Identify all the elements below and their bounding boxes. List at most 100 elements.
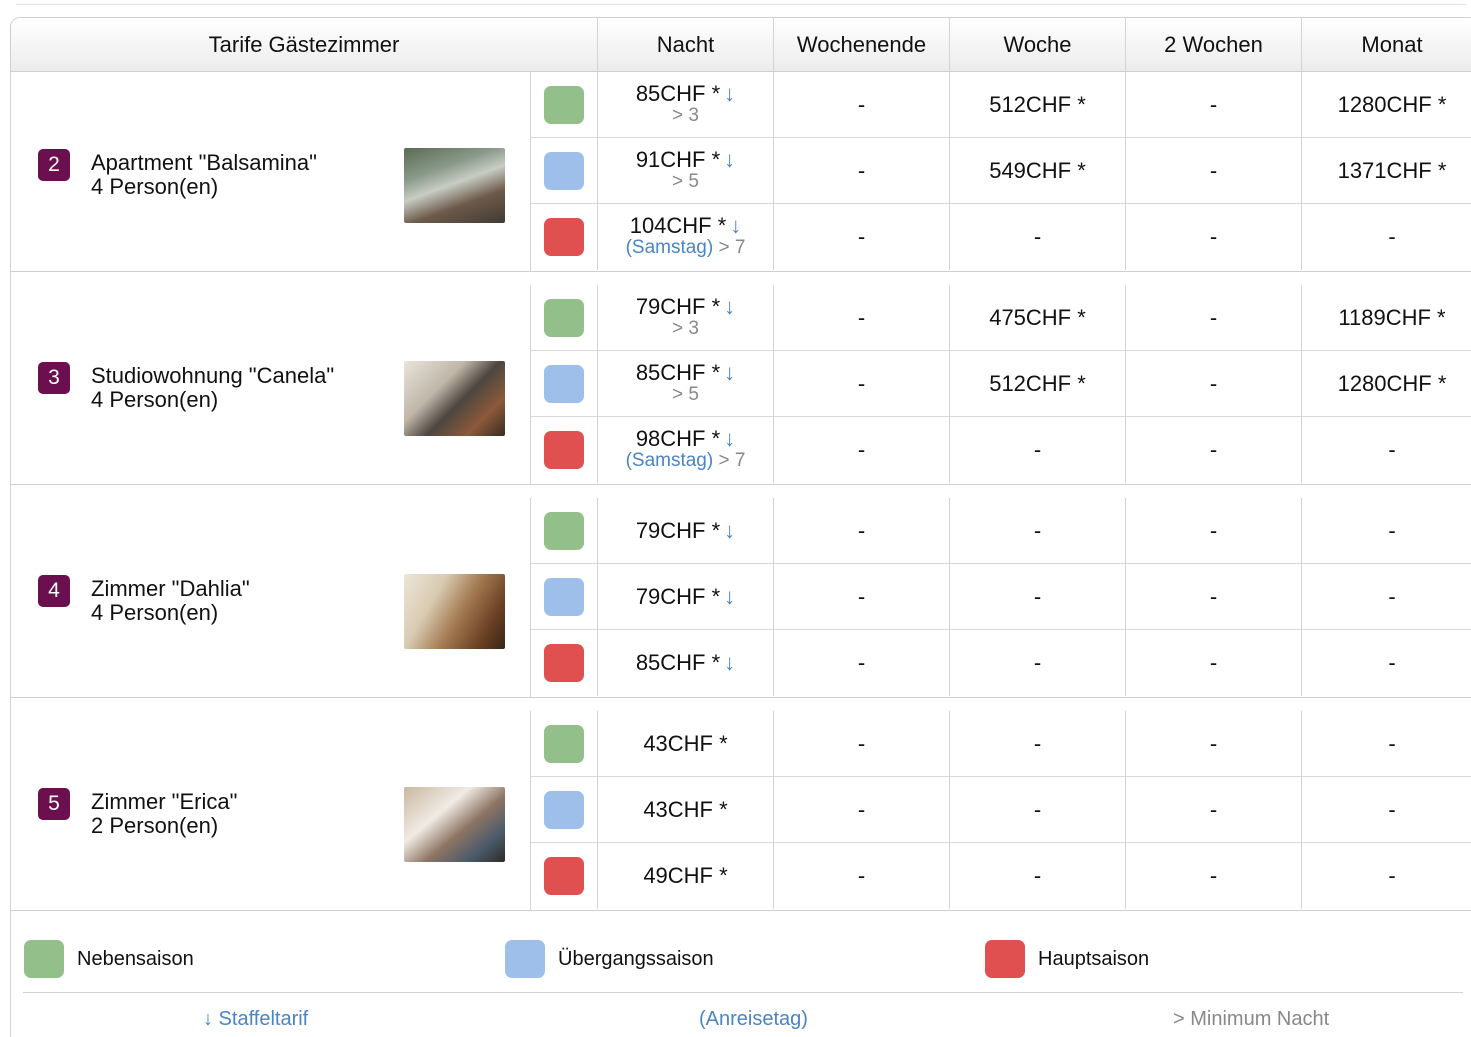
two-weeks-price: - [1209,224,1218,249]
legend-tier-rate: ↓ Staffeltarif [203,1008,309,1030]
room-name[interactable]: Zimmer "Erica" [91,790,237,814]
room-capacity: 2 Person(en) [91,813,219,838]
room-group-canela: 3 Studiowohnung "Canela" 4 Person(en) 79… [11,285,1471,485]
tier-rate-arrow-icon[interactable]: ↓ [724,360,735,385]
night-price: 49CHF * [643,863,728,888]
week-price: - [1033,437,1042,462]
room-number-badge: 3 [38,362,70,394]
room-name[interactable]: Zimmer "Dahlia" [91,577,250,601]
month-price: 1371CHF * [1337,158,1447,183]
month-price: - [1388,863,1396,888]
night-price: 79CHF * [635,584,721,609]
room-info[interactable]: 3 Studiowohnung "Canela" 4 Person(en) [11,285,531,485]
month-price: - [1388,650,1396,675]
night-price-cell: 79CHF * ↓ > 3 [598,285,774,351]
table-row: 79CHF * ↓ > 3 - 475CHF * - 1189CHF * [531,285,1471,351]
arrival-day-link[interactable]: (Samstag) [626,450,714,471]
night-price: 91CHF * [635,147,721,172]
header-night: Nacht [598,18,774,72]
min-nights: > 5 [672,171,699,192]
two-weeks-price: - [1209,797,1218,822]
month-price: - [1388,797,1396,822]
min-nights: > 7 [713,450,746,471]
two-weeks-price: - [1209,92,1218,117]
season-mid-swatch [544,152,584,190]
week-price: 475CHF * [989,305,1086,330]
season-low-swatch [544,299,584,337]
tier-rate-arrow-icon[interactable]: ↓ [724,81,735,106]
week-price: - [1033,650,1042,675]
night-price-cell: 85CHF * ↓ > 3 [598,72,774,138]
tier-rate-arrow-icon[interactable]: ↓ [730,213,741,238]
two-weeks-price: - [1209,305,1218,330]
room-info[interactable]: 4 Zimmer "Dahlia" 4 Person(en) [11,498,531,698]
header-room-column: Tarife Gästezimmer [11,18,598,72]
weekend-price: - [857,518,866,543]
two-weeks-price: - [1209,650,1218,675]
tier-rate-arrow-icon[interactable]: ↓ [724,426,735,451]
weekend-price: - [857,158,866,183]
legend-high-season: Hauptsaison [985,940,1149,978]
weekend-price: - [857,863,866,888]
tier-rate-arrow-icon[interactable]: ↓ [724,294,735,319]
legend: Nebensaison Übergangssaison Hauptsaison … [11,926,1471,1037]
room-capacity: 4 Person(en) [91,387,219,412]
room-info[interactable]: 2 Apartment "Balsamina" 4 Person(en) [11,72,531,272]
week-price: - [1033,518,1042,543]
header-weekend: Wochenende [774,18,950,72]
night-price: 79CHF * [635,294,721,319]
tier-rate-arrow-icon[interactable]: ↓ [724,584,735,609]
arrival-day-link[interactable]: (Samstag) [626,237,714,258]
night-price-cell: 98CHF * ↓ (Samstag) > 7 [598,417,774,483]
night-price: 43CHF * [643,797,728,822]
week-price: 512CHF * [989,371,1086,396]
tier-rate-arrow-icon[interactable]: ↓ [724,650,735,675]
room-group-erica: 5 Zimmer "Erica" 2 Person(en) 43CHF * - … [11,711,1471,911]
night-price-cell: 43CHF * [598,777,774,843]
room-number-badge: 4 [38,575,70,607]
night-price: 85CHF * [635,81,721,106]
header-week: Woche [950,18,1126,72]
night-price: 43CHF * [643,731,728,756]
weekend-price: - [857,305,866,330]
season-mid-swatch [544,365,584,403]
room-name[interactable]: Apartment "Balsamina" [91,151,317,175]
night-price-cell: 79CHF * ↓ [598,498,774,564]
season-high-swatch [544,644,584,682]
week-price: 549CHF * [989,158,1086,183]
legend-divider [23,992,1463,993]
room-name[interactable]: Studiowohnung "Canela" [91,364,334,388]
season-mid-swatch [544,791,584,829]
two-weeks-price: - [1209,371,1218,396]
month-price: - [1388,437,1396,462]
season-high-swatch [544,431,584,469]
room-info[interactable]: 5 Zimmer "Erica" 2 Person(en) [11,711,531,911]
season-high-swatch [544,857,584,895]
table-row: 85CHF * ↓ > 5 - 512CHF * - 1280CHF * [531,351,1471,417]
tier-rate-arrow-icon[interactable]: ↓ [724,518,735,543]
table-row: 43CHF * - - - - [531,777,1471,843]
tier-rate-arrow-icon[interactable]: ↓ [724,147,735,172]
season-mid-swatch [505,940,545,978]
room-photo[interactable] [404,361,505,436]
room-number-badge: 2 [38,149,70,181]
season-low-swatch [544,725,584,763]
night-price-cell: 85CHF * ↓ > 5 [598,351,774,417]
table-row: 79CHF * ↓ - - - - [531,498,1471,564]
month-price: 1189CHF * [1338,305,1446,330]
legend-low-season: Nebensaison [24,940,194,978]
room-photo[interactable] [404,148,505,223]
legend-mid-season: Übergangssaison [505,940,714,978]
night-price-cell: 43CHF * [598,711,774,777]
season-low-swatch [24,940,64,978]
min-nights: > 7 [713,237,746,258]
rates-table: Tarife Gästezimmer Nacht Wochenende Woch… [10,17,1471,1037]
season-low-swatch [544,512,584,550]
table-row: 79CHF * ↓ - - - - [531,564,1471,630]
season-high-swatch [544,218,584,256]
room-photo[interactable] [404,574,505,649]
two-weeks-price: - [1209,437,1218,462]
night-price-cell: 79CHF * ↓ [598,564,774,630]
min-nights: > 3 [672,318,699,339]
room-photo[interactable] [404,787,505,862]
